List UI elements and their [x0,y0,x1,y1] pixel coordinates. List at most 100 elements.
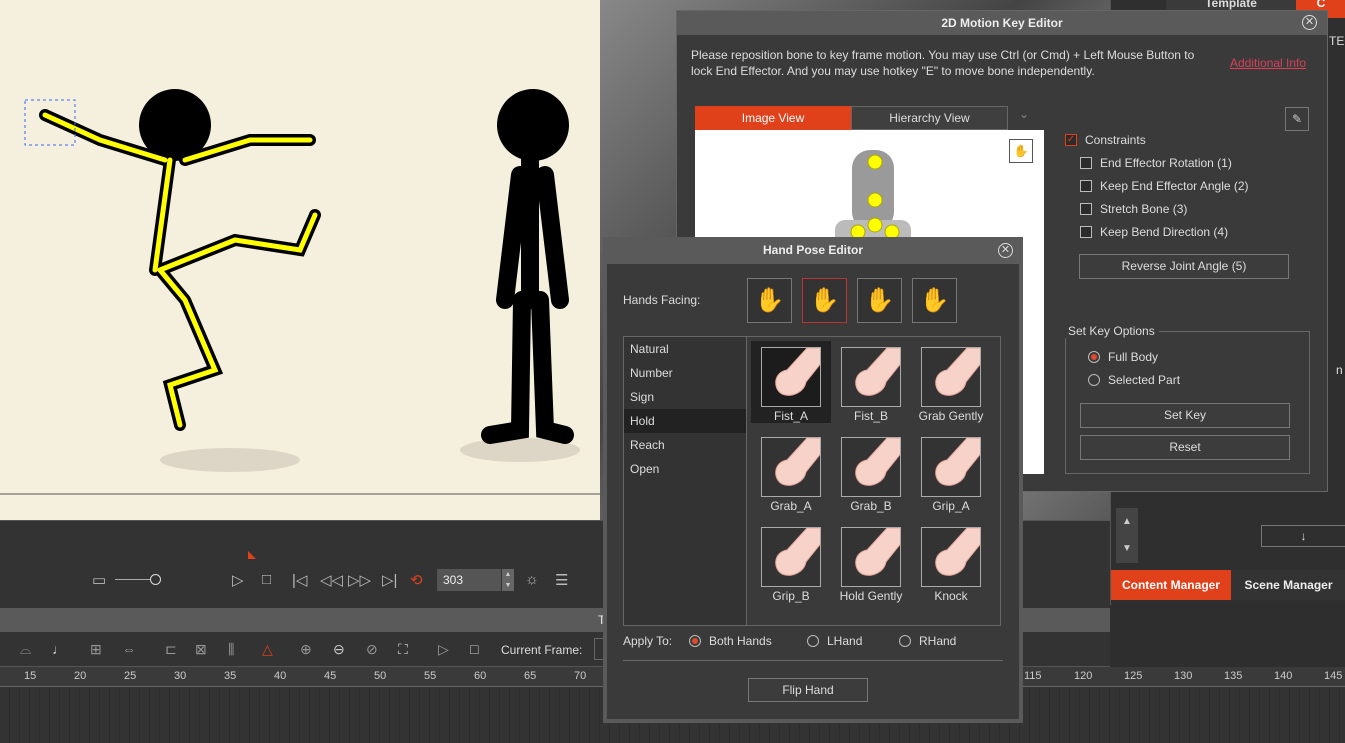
body-map[interactable] [695,130,1044,250]
hand-facing-option-2[interactable]: ✋ [802,278,847,323]
insert-icon[interactable]: ⊏ [165,641,177,658]
zoom-reset-icon[interactable]: ⊘ [366,641,378,658]
frame-input[interactable]: 303 [437,569,501,591]
reverse-joint-angle-button[interactable]: Reverse Joint Angle (5) [1079,254,1289,279]
collapse-icon[interactable]: ⌄ [1019,107,1029,121]
ruler-tick: 20 [74,670,87,682]
motion-key-editor-titlebar[interactable]: 2D Motion Key Editor ✕ [677,11,1327,35]
hand-facing-option-1[interactable]: ✋ [747,278,792,323]
close-icon[interactable]: ✕ [998,243,1013,258]
loop-icon[interactable]: ⟲ [410,571,423,589]
ruler-tick: 145 [1324,670,1343,682]
last-frame-icon[interactable]: ▷| [382,571,397,589]
end-effector-rotation-checkbox[interactable]: End Effector Rotation (1) [1080,156,1232,170]
subtitle-icon[interactable]: ▭ [92,571,106,589]
ruler-tick: 120 [1074,670,1093,682]
ruler-tick: 40 [274,670,287,682]
ruler-tick: 70 [574,670,587,682]
reset-button[interactable]: Reset [1080,435,1290,460]
tab-scene-manager[interactable]: Scene Manager [1231,570,1345,600]
tab-hierarchy-view[interactable]: Hierarchy View [851,106,1008,130]
hand-pose-thumbnail [921,527,981,587]
lhand-radio[interactable]: LHand [807,634,862,648]
pose-label: Grip_B [772,589,810,603]
pose-grid: Fist_A Fist_B Grab Gently Grab_A Grab_B Grip_… [747,336,1001,626]
add-clip-icon[interactable]: ⊞ [90,641,102,658]
reset-rotation-icon[interactable]: △ [262,641,273,658]
constraints-label: Constraints [1085,133,1146,147]
pose-item[interactable]: Knock [911,521,991,603]
stretch-bone-checkbox[interactable]: Stretch Bone (3) [1080,202,1187,216]
tab-content-manager[interactable]: Content Manager [1111,570,1231,600]
set-key-button[interactable]: Set Key [1080,403,1290,428]
fit-icon[interactable]: ⛶ [398,641,408,658]
scrollbar[interactable]: ▲ ▼ [1116,508,1138,563]
pose-label: Fist_B [853,409,888,423]
keep-bend-direction-checkbox[interactable]: Keep Bend Direction (4) [1080,225,1228,239]
zoom-out-icon[interactable]: ⊖ [333,641,345,658]
stop-icon[interactable]: □ [262,571,271,588]
panel-menu-icon[interactable]: ☰ [555,571,568,589]
playhead-marker[interactable] [248,551,256,559]
additional-info-link[interactable]: Additional Info [1230,56,1306,70]
close-icon[interactable]: ✕ [1302,15,1317,30]
tab-image-view[interactable]: Image View [695,106,851,130]
play-icon[interactable]: ▷ [232,571,244,589]
set-key-options-group: Set Key Options Full Body Selected Part … [1064,324,1310,474]
hands-facing-label: Hands Facing: [623,293,701,307]
frame-spinner[interactable]: ▲ ▼ [502,569,514,591]
lips-icon[interactable]: ⌓ [20,641,31,658]
category-item[interactable]: Number [624,361,746,385]
selected-part-radio[interactable]: Selected Part [1088,373,1180,387]
partial-label: TE [1329,34,1345,48]
hand-facing-option-4[interactable]: ✋ [912,278,957,323]
delete-icon[interactable]: ⊠ [195,641,207,658]
pose-item[interactable]: Grab_A [751,431,831,513]
hand-pose-thumbnail [921,347,981,407]
hand-pose-thumbnail [841,347,901,407]
flip-hand-button[interactable]: Flip Hand [748,678,868,702]
ruler-tick: 65 [524,670,537,682]
pose-item[interactable]: Hold Gently [831,521,911,603]
stick-figures[interactable] [0,0,620,520]
pose-item[interactable]: Fist_A [751,341,831,423]
split-icon[interactable]: ⫼ [228,641,234,658]
settings-sun-icon[interactable]: ☼ [525,571,539,588]
constraints-checkbox[interactable]: ✓ Constraints [1065,133,1146,147]
keep-end-effector-angle-checkbox[interactable]: Keep End Effector Angle (2) [1080,179,1249,193]
pose-item[interactable]: Grip_B [751,521,831,603]
dialog-title: 2D Motion Key Editor [941,16,1063,30]
next-frame-icon[interactable]: ▷▷ [348,571,371,589]
move-down-button[interactable]: ↓ [1261,525,1345,547]
hand-pose-icon[interactable]: ✋ [1009,139,1033,163]
both-hands-radio[interactable]: Both Hands [689,634,772,648]
category-item[interactable]: Open [624,457,746,481]
pose-label: Grab_A [770,499,812,513]
first-frame-icon[interactable]: |◁ [292,571,307,589]
rhand-radio[interactable]: RHand [899,634,956,648]
category-item[interactable]: Natural [624,337,746,361]
category-item[interactable]: Sign [624,385,746,409]
ruler-tick: 130 [1174,670,1193,682]
music-icon[interactable]: ♩ [52,641,66,657]
category-item[interactable]: Reach [624,433,746,457]
hand-facing-option-3[interactable]: ✋ [857,278,902,323]
ruler-tick: 50 [374,670,387,682]
full-body-radio[interactable]: Full Body [1088,350,1158,364]
category-item[interactable]: Hold [624,409,746,433]
checkbox-label: Keep Bend Direction (4) [1100,225,1229,239]
pose-item[interactable]: Fist_B [831,341,911,423]
hand-pose-editor-titlebar[interactable]: Hand Pose Editor ✕ [603,237,1023,264]
timeline-stop-icon[interactable]: □ [470,641,478,657]
stretch-clip-icon[interactable]: ⇔ [122,641,136,657]
pose-item[interactable]: Grip_A [911,431,991,513]
volume-slider-track[interactable] [115,579,151,580]
eyedropper-icon[interactable]: ✎ [1285,107,1309,131]
pose-item[interactable]: Grab Gently [911,341,991,423]
ruler-tick: 135 [1224,670,1243,682]
zoom-in-icon[interactable]: ⊕ [300,641,312,658]
pose-item[interactable]: Grab_B [831,431,911,513]
volume-slider-handle[interactable] [150,574,161,585]
previous-frame-icon[interactable]: ◁◁ [320,571,343,589]
timeline-play-icon[interactable]: ▷ [438,641,449,658]
